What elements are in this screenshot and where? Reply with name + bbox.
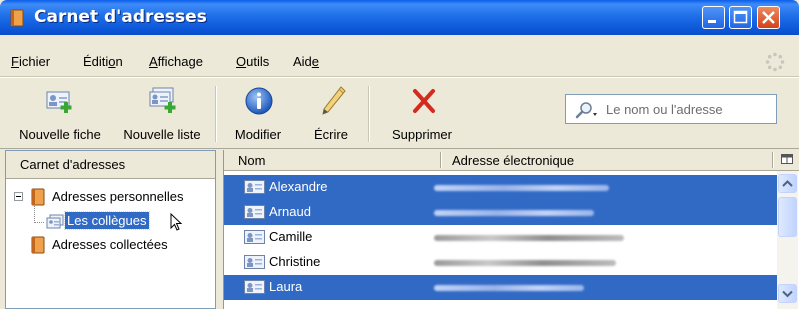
menu-outils[interactable]: Outils — [236, 54, 269, 69]
contact-card-icon — [244, 205, 265, 219]
new-card-icon — [46, 91, 72, 113]
column-separator[interactable] — [440, 152, 442, 168]
address-book-icon — [10, 9, 24, 27]
menu-edition[interactable]: Édition — [83, 54, 123, 69]
close-icon — [762, 11, 775, 24]
column-headers: Nom Adresse électronique — [224, 150, 799, 171]
column-separator[interactable] — [772, 152, 774, 168]
menu-bar: Fichier Édition Affichage Outils Aide — [0, 47, 799, 77]
scrollbar-thumb[interactable] — [778, 197, 797, 237]
delete-label: Supprimer — [392, 127, 452, 142]
column-header-nom[interactable]: Nom — [238, 153, 265, 168]
contact-name: Christine — [269, 254, 321, 269]
tree-header[interactable]: Carnet d'adresses — [6, 151, 215, 179]
contact-row[interactable]: Laura — [224, 275, 777, 300]
contact-row[interactable]: Christine — [224, 250, 777, 275]
edit-label: Modifier — [234, 127, 282, 142]
tree-item-label: Adresses collectées — [52, 237, 168, 252]
address-book-icon — [31, 188, 45, 206]
minimize-button[interactable] — [702, 6, 725, 29]
new-list-label: Nouvelle liste — [123, 127, 201, 142]
activity-throbber-icon — [765, 52, 785, 72]
new-card-label: Nouvelle fiche — [19, 127, 101, 142]
contact-card-icon — [244, 180, 265, 194]
mouse-cursor-icon — [170, 213, 183, 231]
menu-fichier[interactable]: Fichier — [11, 54, 50, 69]
window-title: Carnet d'adresses — [34, 7, 207, 27]
edit-button[interactable]: Modifier — [222, 82, 294, 150]
scroll-up-button[interactable] — [778, 174, 797, 193]
menu-aide[interactable]: Aide — [293, 54, 319, 69]
contact-email-redacted — [434, 285, 584, 291]
toolbar-separator-line — [0, 148, 799, 149]
contact-email-redacted — [434, 235, 624, 241]
vertical-scrollbar[interactable] — [777, 171, 798, 309]
tree-connector — [34, 222, 44, 223]
maximize-button[interactable] — [729, 6, 752, 29]
chevron-up-icon — [782, 180, 793, 187]
contact-card-icon — [244, 230, 265, 244]
tree-item-label: Les collègues — [64, 211, 150, 230]
contact-email-redacted — [434, 260, 616, 266]
contact-card-icon — [244, 280, 265, 294]
contact-row[interactable]: Camille — [224, 225, 777, 250]
menu-separator-highlight — [0, 77, 799, 78]
delete-x-icon — [413, 89, 435, 113]
tree-connector — [34, 203, 35, 223]
info-icon — [245, 87, 273, 115]
collapse-toggle[interactable] — [14, 192, 23, 201]
contact-name: Laura — [269, 279, 303, 294]
chevron-down-icon — [782, 290, 793, 298]
contact-name: Camille — [269, 229, 313, 244]
contact-card-icon — [244, 255, 265, 269]
contact-row[interactable]: Alexandre — [224, 175, 777, 200]
menu-affichage[interactable]: Affichage — [149, 54, 203, 69]
close-button[interactable] — [757, 6, 780, 29]
new-card-button[interactable]: Nouvelle fiche — [10, 82, 110, 150]
maximize-icon — [733, 10, 748, 24]
search-icon — [575, 102, 597, 119]
address-book-icon — [31, 236, 45, 254]
tree-header-label: Carnet d'adresses — [20, 157, 126, 172]
address-book-tree[interactable]: Carnet d'adresses Adresses personnelles … — [5, 150, 216, 309]
search-input[interactable]: Le nom ou l'adresse — [565, 94, 777, 124]
column-header-email[interactable]: Adresse électronique — [452, 153, 574, 168]
minimize-icon — [708, 20, 716, 23]
tree-item-label: Adresses personnelles — [52, 189, 184, 204]
write-label: Écrire — [314, 127, 348, 142]
write-button[interactable]: Écrire — [299, 82, 363, 150]
contacts-list[interactable]: Nom Adresse électronique Alexandre Arnau… — [223, 150, 799, 309]
address-book-window: Carnet d'adresses Fichier Édition Affich… — [0, 0, 799, 309]
contact-email-redacted — [434, 210, 594, 216]
scroll-down-button[interactable] — [778, 284, 797, 303]
toolbar-separator — [215, 86, 217, 142]
delete-button[interactable]: Supprimer — [380, 82, 464, 150]
title-bar[interactable]: Carnet d'adresses — [0, 0, 799, 35]
new-list-icon — [149, 87, 176, 113]
search-placeholder: Le nom ou l'adresse — [606, 102, 723, 117]
mailing-list-icon — [46, 214, 64, 229]
contact-name: Alexandre — [269, 179, 328, 194]
pencil-icon — [322, 86, 346, 115]
column-picker-icon[interactable] — [781, 154, 793, 166]
contact-email-redacted — [434, 185, 609, 191]
contact-name: Arnaud — [269, 204, 311, 219]
new-list-button[interactable]: Nouvelle liste — [113, 82, 211, 150]
contact-row[interactable]: Arnaud — [224, 200, 777, 225]
toolbar-separator — [368, 86, 370, 142]
